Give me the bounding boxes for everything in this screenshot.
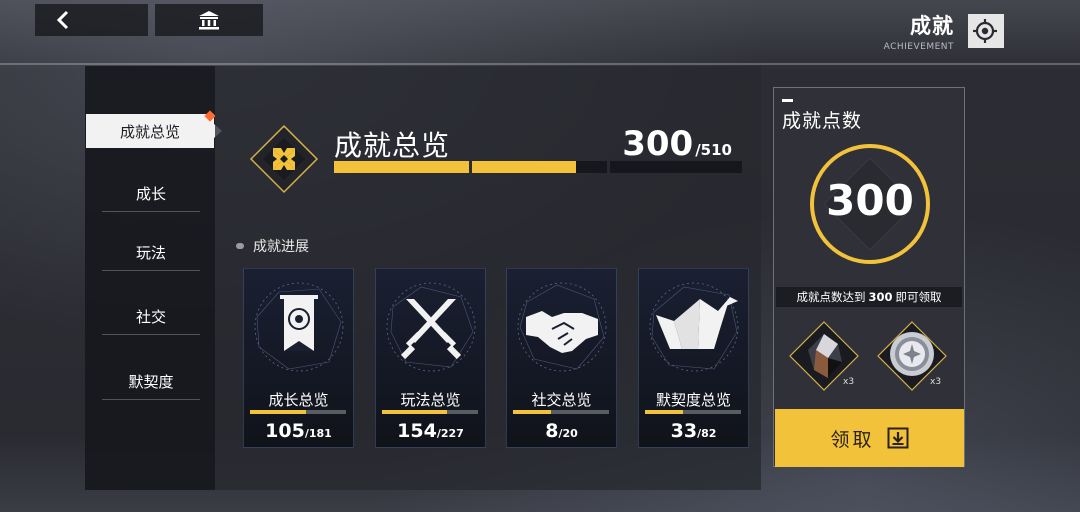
card-title: 玩法总览 xyxy=(400,391,461,409)
card-progress-fill xyxy=(382,410,448,414)
sidebar-item-overview[interactable]: 成就总览 xyxy=(86,114,222,148)
reward-quantity: x3 xyxy=(843,377,855,387)
card-title: 成长总览 xyxy=(268,391,329,409)
section-title: 成就进展 xyxy=(253,239,309,255)
sidebar-item-gameplay[interactable]: 玩法 xyxy=(102,235,200,271)
home-button[interactable] xyxy=(155,4,263,36)
top-bar: 成就 ACHIEVEMENT xyxy=(0,0,1080,64)
overview-progress-segment xyxy=(472,161,576,173)
back-arrow-icon xyxy=(56,10,69,30)
card-current: 105 xyxy=(265,420,305,442)
handshake-icon xyxy=(517,282,607,372)
overview-total: /510 xyxy=(695,141,732,159)
card-progress-fill xyxy=(645,410,684,414)
card-current: 154 xyxy=(397,420,437,442)
requirement-prefix: 成就点数达到 xyxy=(796,290,866,304)
card-count: 105/181 xyxy=(244,420,353,442)
paper-crane-icon xyxy=(649,282,739,372)
requirement-suffix: 即可领取 xyxy=(895,290,942,304)
card-current: 33 xyxy=(670,420,698,442)
top-divider xyxy=(0,63,1080,65)
crossed-swords-icon xyxy=(386,282,476,372)
card-current: 8 xyxy=(545,420,559,442)
overview-progress-segment xyxy=(334,161,469,173)
sidebar-item-label: 社交 xyxy=(135,308,166,326)
sidebar-item-social[interactable]: 社交 xyxy=(102,299,200,335)
points-value: 300 xyxy=(826,176,914,225)
overview-current: 300 xyxy=(622,124,694,164)
claim-requirement: 成就点数达到 300 即可领取 xyxy=(776,287,962,307)
card-title: 社交总览 xyxy=(531,391,592,409)
card-title: 默契度总览 xyxy=(655,391,731,409)
back-button[interactable] xyxy=(35,4,148,36)
crosshair-icon xyxy=(973,19,997,43)
card-progress-bar xyxy=(645,410,741,414)
overview-progress-segment xyxy=(576,161,607,173)
card-progress-fill xyxy=(513,410,552,414)
card-total: /227 xyxy=(436,427,464,440)
card-total: /181 xyxy=(304,427,332,440)
card-total: /20 xyxy=(558,427,578,440)
card-progress-bar xyxy=(513,410,609,414)
banner-emblem-icon xyxy=(254,282,344,372)
page-title-text: 成就 xyxy=(910,14,954,38)
download-icon xyxy=(887,427,908,449)
page-title: 成就 ACHIEVEMENT xyxy=(884,10,954,52)
sidebar-item-label: 玩法 xyxy=(135,244,166,262)
card-count: 33/82 xyxy=(639,420,748,442)
claim-button[interactable]: 领取 xyxy=(775,409,964,467)
card-total: /82 xyxy=(697,427,717,440)
card-count: 154/227 xyxy=(376,420,485,442)
home-icon xyxy=(199,11,219,30)
sidebar-item-growth[interactable]: 成长 xyxy=(102,176,200,212)
sidebar-item-label: 成就总览 xyxy=(119,122,180,141)
social-card[interactable]: 社交总览 8/20 xyxy=(506,268,617,448)
sidebar-item-label: 默契度 xyxy=(128,373,174,391)
page-subtitle-text: ACHIEVEMENT xyxy=(883,42,954,52)
card-progress-bar xyxy=(382,410,478,414)
bullet-icon xyxy=(236,243,244,249)
overview-progress-segment xyxy=(610,161,742,173)
sidebar-item-label: 成长 xyxy=(135,185,166,203)
overview-emblem-icon xyxy=(249,124,319,194)
card-progress-fill xyxy=(250,410,306,414)
sidebar-item-rapport[interactable]: 默契度 xyxy=(102,364,200,400)
overview-count: 300 /510 xyxy=(622,124,732,164)
rapport-card[interactable]: 默契度总览 33/82 xyxy=(638,268,749,448)
card-count: 8/20 xyxy=(507,420,616,442)
title-divider xyxy=(1002,14,1004,48)
reward-quantity: x3 xyxy=(930,377,942,387)
card-progress-bar xyxy=(250,410,346,414)
section-header: 成就进展 xyxy=(236,236,309,256)
claim-button-label: 领取 xyxy=(830,428,875,451)
overview-title: 成就总览 xyxy=(334,129,451,162)
points-panel-title: 成就点数 xyxy=(782,110,863,132)
requirement-value: 300 xyxy=(868,290,893,304)
panel-accent xyxy=(782,99,793,102)
target-button[interactable] xyxy=(968,14,1002,48)
growth-card[interactable]: 成长总览 105/181 xyxy=(243,268,354,448)
gameplay-card[interactable]: 玩法总览 154/227 xyxy=(375,268,486,448)
